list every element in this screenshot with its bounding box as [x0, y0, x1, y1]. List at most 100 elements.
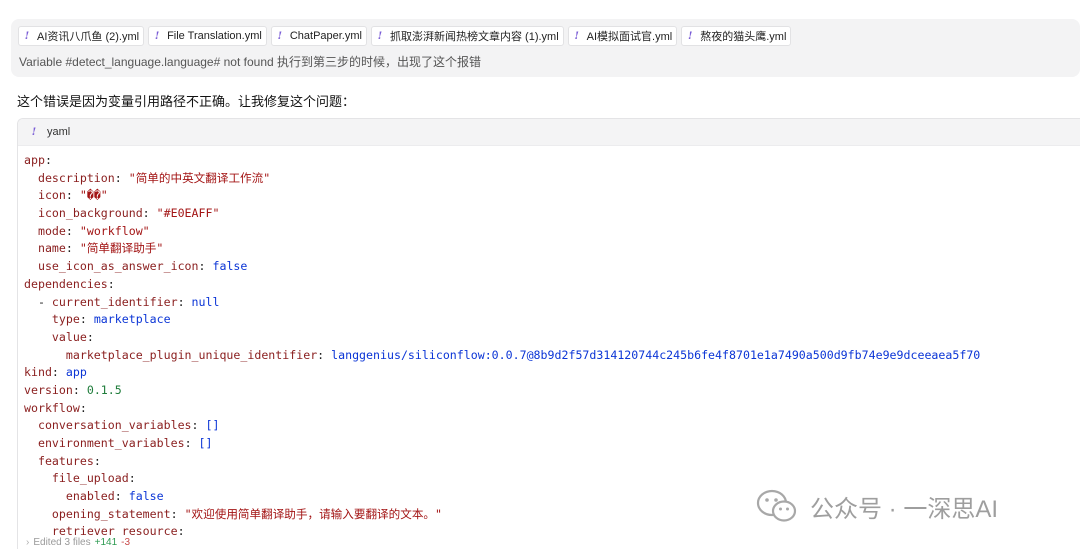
chevron-right-icon: ›: [26, 537, 30, 548]
code-token: false: [128, 489, 164, 504]
code-token: name: [37, 241, 66, 256]
code-token: icon: [37, 188, 66, 203]
code-token: "��": [79, 188, 108, 203]
code-token: app: [24, 153, 45, 167]
code-token: :: [177, 524, 185, 539]
code-token: current_identifier: [51, 294, 178, 309]
code-line: icon_background: "#E0EAFF": [18, 205, 1080, 223]
yaml-exclamation-icon: !: [574, 30, 579, 42]
code-line: kind: app: [18, 364, 1080, 382]
code-token: :: [107, 276, 115, 291]
code-token: :: [65, 241, 80, 256]
code-token: :: [128, 471, 136, 486]
file-chip[interactable]: ! AI模拟面试官.yml: [567, 26, 678, 46]
code-token: :: [184, 436, 199, 450]
code-token: :: [86, 329, 94, 344]
code-line: version: 0.1.5: [18, 382, 1080, 400]
code-content[interactable]: app: description: "简单的中英文翻译工作流" icon: "�…: [18, 146, 1080, 541]
code-token: dependencies: [24, 276, 108, 291]
wechat-icon: [756, 489, 797, 522]
code-token: "简单的中英文翻译工作流": [128, 170, 271, 185]
user-message: ! AI资讯八爪鱼 (2).yml! File Translation.yml! Ch…: [11, 19, 1080, 77]
edited-files-summary[interactable]: › Edited 3 files +141 -3: [26, 537, 135, 548]
file-chip-label: 熬夜的猫头鹰.yml: [700, 31, 787, 43]
chat-page: ! AI资讯八爪鱼 (2).yml! File Translation.yml! Ch…: [0, 0, 1080, 549]
user-message-text: Variable #detect_language.language# not …: [19, 55, 481, 69]
code-token: []: [198, 436, 213, 450]
code-token: type: [51, 312, 80, 327]
code-token: "workflow": [79, 223, 150, 238]
watermark: 公众号 · 一深思AI: [756, 488, 998, 524]
code-line: environment_variables: []: [18, 435, 1080, 453]
lines-removed: -3: [121, 537, 131, 548]
code-line: mode: "workflow": [18, 223, 1080, 241]
code-token: conversation_variables: [37, 418, 192, 433]
code-line: file_upload:: [18, 470, 1080, 488]
code-token: []: [205, 418, 220, 433]
file-chip[interactable]: ! AI资讯八爪鱼 (2).yml: [18, 26, 145, 46]
yaml-exclamation-icon: !: [277, 30, 283, 42]
file-chip-label: AI资讯八爪鱼 (2).yml: [37, 31, 140, 43]
code-line: type: marketplace: [18, 311, 1080, 329]
file-chip[interactable]: ! ChatPaper.yml: [270, 26, 367, 46]
code-token: "简单翻译助手": [79, 241, 164, 256]
code-token: file_upload: [51, 471, 129, 486]
yaml-exclamation-icon: !: [377, 30, 383, 42]
code-token: enabled: [65, 489, 115, 504]
code-token: marketplace: [93, 312, 171, 327]
code-token: use_icon_as_answer_icon: [37, 259, 199, 274]
code-line: conversation_variables: []: [18, 417, 1080, 435]
file-chip[interactable]: ! File Translation.yml: [148, 26, 267, 46]
code-line: features:: [18, 453, 1080, 471]
attached-files: ! AI资讯八爪鱼 (2).yml! File Translation.yml! Ch…: [18, 26, 792, 46]
file-chip[interactable]: ! 熬夜的猫头鹰.yml: [681, 26, 792, 46]
code-token: :: [65, 223, 80, 238]
file-chip[interactable]: ! 抓取澎湃新闻热榜文章内容 (1).yml: [370, 26, 564, 46]
code-token: "欢迎使用简单翻译助手，请输入要翻译的文本。": [184, 506, 442, 521]
code-token: description: [37, 170, 115, 185]
code-line: icon: "��": [18, 187, 1080, 205]
code-token: :: [51, 365, 66, 380]
code-token: :: [72, 382, 87, 397]
yaml-exclamation-icon: !: [688, 30, 693, 42]
code-token: :: [198, 259, 213, 274]
yaml-exclamation-icon: !: [24, 30, 30, 42]
code-line: workflow:: [18, 400, 1080, 418]
code-token: false: [212, 259, 248, 274]
code-token: app: [65, 365, 87, 380]
file-chip-label: File Translation.yml: [167, 30, 262, 42]
code-token: value: [51, 329, 87, 344]
code-line: description: "简单的中英文翻译工作流": [18, 170, 1080, 188]
code-token: :: [114, 489, 129, 504]
code-line: retriever_resource:: [18, 523, 1080, 541]
code-token: -: [24, 294, 52, 309]
code-token: :: [65, 188, 80, 203]
code-token: 0.1.5: [86, 382, 122, 397]
code-token: :: [177, 294, 192, 309]
edited-files-label: Edited 3 files: [33, 537, 91, 548]
code-token: features: [37, 453, 94, 468]
code-token: version: [24, 382, 73, 397]
code-token: opening_statement: [51, 506, 171, 521]
code-line: marketplace_plugin_unique_identifier: la…: [18, 347, 1080, 365]
code-token: workflow: [24, 400, 80, 415]
code-line: value:: [18, 329, 1080, 347]
code-block: ! yaml app: description: "简单的中英文翻译工作流" i…: [17, 118, 1080, 549]
file-chip-label: ChatPaper.yml: [289, 30, 362, 42]
watermark-text: 公众号 · 一深思AI: [810, 495, 999, 523]
code-language: yaml: [47, 126, 71, 138]
code-line: name: "简单翻译助手": [18, 240, 1080, 258]
code-line: app:: [18, 152, 1080, 170]
